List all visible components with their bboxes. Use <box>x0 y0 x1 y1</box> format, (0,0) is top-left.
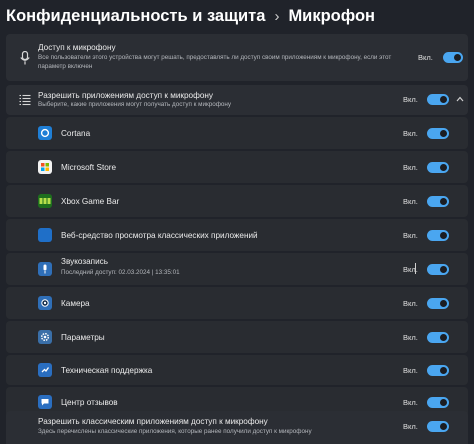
microsoft-store-icon <box>38 160 52 174</box>
app-row-microsoft-store: Microsoft Store Вкл. <box>6 151 468 183</box>
app-row-voice-recorder: Звукозапись Последний доступ: 02.03.2024… <box>6 253 468 285</box>
web-viewer-icon <box>38 228 52 242</box>
app-last-access: Последний доступ: 02.03.2024 | 13:35:01 <box>61 269 180 276</box>
voice-recorder-icon <box>38 262 52 276</box>
feedback-hub-icon <box>38 395 52 409</box>
app-name: Центр отзывов <box>61 398 118 407</box>
app-row-web-viewer: Веб-средство просмотра классических прил… <box>6 219 468 251</box>
app-name: Камера <box>61 299 90 308</box>
app-row-settings: Параметры Вкл. <box>6 321 468 353</box>
apps-access-card[interactable]: Разрешить приложениям доступ к микрофону… <box>6 85 468 115</box>
app-name: Звукозапись <box>61 257 109 266</box>
desktop-apps-access-description: Здесь перечислены классические приложени… <box>38 428 312 435</box>
app-row-camera: Камера Вкл. <box>6 287 468 319</box>
microphone-access-state: Вкл. <box>418 53 433 62</box>
desktop-apps-access-state: Вкл. <box>403 422 418 431</box>
app-state: Вкл. <box>403 366 418 375</box>
app-state: Вкл. <box>403 398 418 407</box>
apps-access-toggle[interactable] <box>427 94 449 105</box>
app-row-cortana: Cortana Вкл. <box>6 117 468 149</box>
desktop-apps-access-card: Разрешить классическим приложениям досту… <box>6 411 468 444</box>
app-state: Вкл. <box>403 129 418 138</box>
app-name: Веб-средство просмотра классических прил… <box>61 231 258 240</box>
chevron-up-icon[interactable] <box>456 94 464 104</box>
divider <box>415 263 416 274</box>
camera-icon <box>38 296 52 310</box>
settings-gear-icon <box>38 330 52 344</box>
microphone-access-toggle[interactable] <box>443 52 463 63</box>
app-state: Вкл. <box>403 197 418 206</box>
microphone-icon <box>17 50 33 66</box>
app-name: Microsoft Store <box>61 163 117 172</box>
app-toggle[interactable] <box>427 332 449 343</box>
app-state: Вкл. <box>403 231 418 240</box>
app-toggle[interactable] <box>427 397 449 408</box>
app-toggle[interactable] <box>427 365 449 376</box>
microphone-access-title: Доступ к микрофону <box>38 43 116 52</box>
desktop-apps-access-toggle[interactable] <box>427 421 449 432</box>
app-name: Техническая поддержка <box>61 366 153 375</box>
app-state: Вкл. <box>403 299 418 308</box>
breadcrumb: Конфиденциальность и защита › Микрофон <box>6 3 375 29</box>
apps-access-state: Вкл. <box>403 95 418 104</box>
app-toggle[interactable] <box>427 298 449 309</box>
app-name: Cortana <box>61 129 91 138</box>
app-toggle[interactable] <box>427 162 449 173</box>
app-list-icon <box>17 92 33 108</box>
app-row-get-help: Техническая поддержка Вкл. <box>6 355 468 385</box>
xbox-game-bar-icon <box>38 194 52 208</box>
breadcrumb-parent[interactable]: Конфиденциальность и защита <box>6 7 265 26</box>
app-row-xbox-game-bar: Xbox Game Bar Вкл. <box>6 185 468 217</box>
app-toggle[interactable] <box>427 128 449 139</box>
app-name: Параметры <box>61 333 105 342</box>
apps-access-title: Разрешить приложениям доступ к микрофону <box>38 91 214 100</box>
app-state: Вкл. <box>403 163 418 172</box>
breadcrumb-separator-icon: › <box>274 7 280 25</box>
apps-access-description: Выберите, какие приложения могут получат… <box>38 101 232 108</box>
desktop-apps-access-title: Разрешить классическим приложениям досту… <box>38 417 268 426</box>
microphone-access-card: Доступ к микрофону Все пользователи этог… <box>6 34 468 81</box>
page-title: Микрофон <box>288 6 376 25</box>
app-state: Вкл. <box>403 333 418 342</box>
app-name: Xbox Game Bar <box>61 197 120 206</box>
app-toggle[interactable] <box>427 196 449 207</box>
cortana-icon <box>38 126 52 140</box>
app-toggle[interactable] <box>427 264 449 275</box>
app-toggle[interactable] <box>427 230 449 241</box>
microphone-access-description: Все пользователи этого устройства могут … <box>38 54 392 70</box>
get-help-icon <box>38 363 52 377</box>
